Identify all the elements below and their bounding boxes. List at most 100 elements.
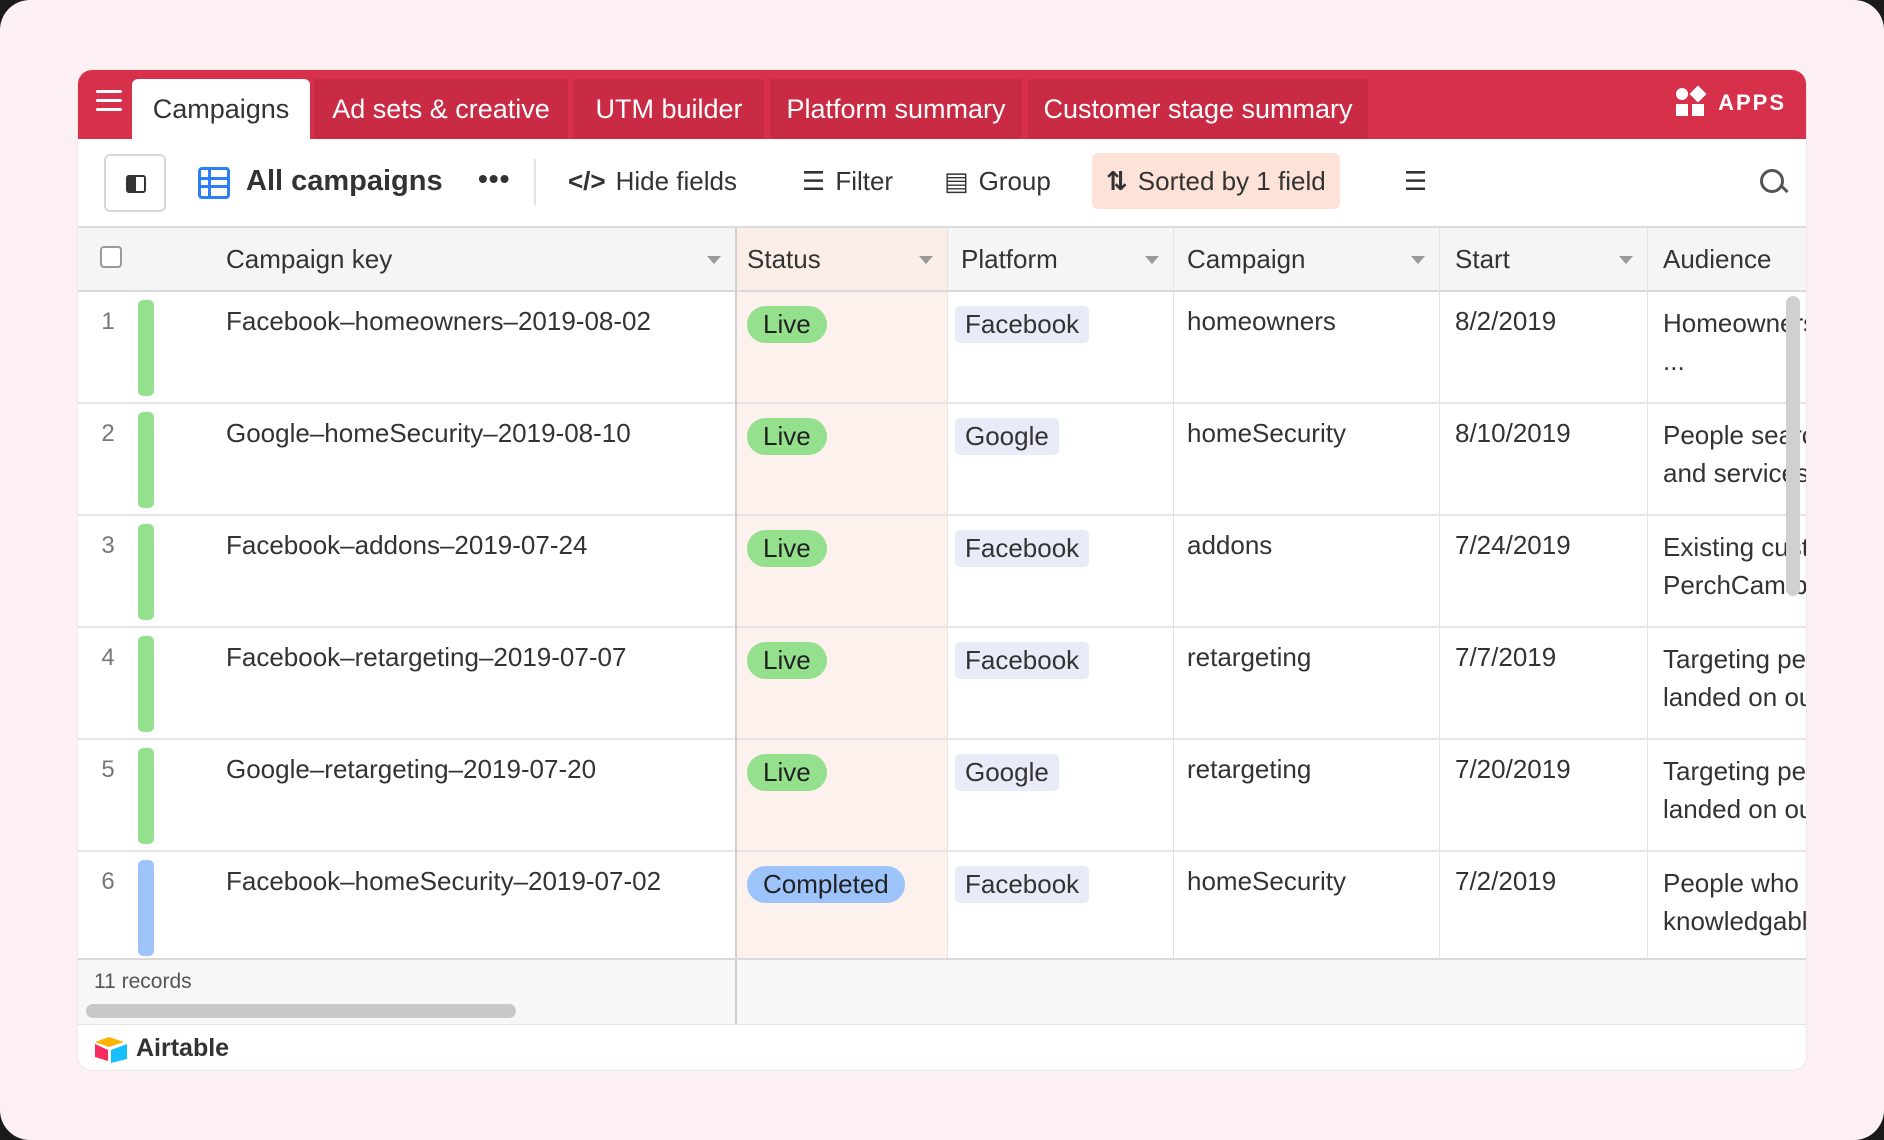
hide-fields-button[interactable]: </> Hide fields bbox=[554, 153, 751, 209]
audience-line-1: People searching bbox=[1663, 420, 1806, 450]
row-color-bar bbox=[138, 636, 154, 732]
column-header-campaign[interactable]: Campaign bbox=[1187, 244, 1306, 275]
column-divider bbox=[1647, 228, 1648, 292]
status-badge: Live bbox=[747, 642, 827, 679]
select-all-checkbox[interactable] bbox=[100, 246, 122, 268]
cell-audience[interactable]: Targeting people landed on our bbox=[1663, 628, 1806, 740]
cell-start[interactable]: 8/2/2019 bbox=[1455, 292, 1645, 404]
cell-start[interactable]: 7/20/2019 bbox=[1455, 740, 1645, 852]
status-badge: Live bbox=[747, 306, 827, 343]
cell-platform[interactable]: Google bbox=[955, 740, 1171, 852]
cell-start[interactable]: 8/10/2019 bbox=[1455, 404, 1645, 516]
cell-status[interactable]: Live bbox=[747, 628, 947, 740]
cell-campaign[interactable]: homeowners bbox=[1187, 292, 1437, 404]
column-divider bbox=[1439, 228, 1440, 292]
row-color-bar bbox=[138, 524, 154, 620]
chevron-down-icon[interactable] bbox=[1411, 256, 1425, 264]
cell-platform[interactable]: Facebook bbox=[955, 292, 1171, 404]
column-header-campaign-key[interactable]: Campaign key bbox=[226, 244, 392, 275]
view-more-button[interactable]: ••• bbox=[478, 163, 510, 195]
tab-utm-builder[interactable]: UTM builder bbox=[574, 79, 764, 139]
column-header-audience[interactable]: Audience bbox=[1663, 244, 1771, 275]
sidebar-icon bbox=[126, 175, 146, 193]
tab-platform-summary[interactable]: Platform summary bbox=[770, 79, 1022, 139]
column-header-platform[interactable]: Platform bbox=[961, 244, 1058, 275]
view-name[interactable]: All campaigns bbox=[246, 165, 443, 198]
table-tab-bar: Campaigns Ad sets & creative UTM builder… bbox=[78, 70, 1806, 139]
table-row[interactable]: 4 Facebook–retargeting–2019-07-07 Live Face… bbox=[78, 628, 1806, 740]
cell-start[interactable]: 7/24/2019 bbox=[1455, 516, 1645, 628]
cell-status[interactable]: Completed bbox=[747, 852, 947, 958]
cell-campaign-key[interactable]: Facebook–addons–2019-07-24 bbox=[226, 516, 726, 628]
audience-line-2: PerchCam b bbox=[1663, 570, 1806, 600]
audience-line-1: Targeting people bbox=[1663, 756, 1806, 786]
cell-audience[interactable]: People who knowledgable bbox=[1663, 852, 1806, 958]
row-number: 5 bbox=[101, 756, 115, 783]
filter-button[interactable]: ☰ Filter bbox=[788, 153, 907, 209]
sort-button[interactable]: ⇅ Sorted by 1 field bbox=[1092, 153, 1340, 209]
cell-platform[interactable]: Google bbox=[955, 404, 1171, 516]
cell-campaign-key[interactable]: Facebook–retargeting–2019-07-07 bbox=[226, 628, 726, 740]
cell-campaign[interactable]: homeSecurity bbox=[1187, 852, 1437, 958]
hamburger-menu-icon[interactable] bbox=[96, 90, 122, 112]
cell-audience[interactable]: Targeting people landed on our bbox=[1663, 740, 1806, 852]
header-platform: Platform bbox=[947, 228, 1173, 292]
column-header-start[interactable]: Start bbox=[1455, 244, 1510, 275]
chevron-down-icon[interactable] bbox=[707, 256, 721, 264]
cell-platform[interactable]: Facebook bbox=[955, 852, 1171, 958]
cell-platform[interactable]: Facebook bbox=[955, 628, 1171, 740]
tab-customer-stage-summary[interactable]: Customer stage summary bbox=[1028, 79, 1368, 139]
cell-campaign-key[interactable]: Facebook–homeSecurity–2019-07-02 bbox=[226, 852, 726, 958]
table-row[interactable]: 2 Google–homeSecurity–2019-08-10 Live Googl… bbox=[78, 404, 1806, 516]
audience-line-1: People who bbox=[1663, 868, 1799, 898]
vertical-scrollbar[interactable] bbox=[1786, 296, 1800, 596]
cell-campaign[interactable]: homeSecurity bbox=[1187, 404, 1437, 516]
tab-ad-sets-creative[interactable]: Ad sets & creative bbox=[314, 79, 568, 139]
column-divider bbox=[1647, 292, 1648, 958]
chevron-down-icon[interactable] bbox=[1145, 256, 1159, 264]
cell-campaign[interactable]: addons bbox=[1187, 516, 1437, 628]
brand-footer: Airtable bbox=[78, 1024, 1806, 1070]
table-row[interactable]: 1 Facebook–homeowners–2019-08-02 Live Faceb… bbox=[78, 292, 1806, 404]
horizontal-scrollbar[interactable] bbox=[86, 1004, 516, 1018]
table-row[interactable]: 6 Facebook–homeSecurity–2019-07-02 Complet… bbox=[78, 852, 1806, 958]
tab-campaigns[interactable]: Campaigns bbox=[132, 79, 310, 139]
row-height-button[interactable]: ☰ bbox=[1390, 153, 1451, 209]
chevron-down-icon[interactable] bbox=[919, 256, 933, 264]
screen-frame: Campaigns Ad sets & creative UTM builder… bbox=[0, 0, 1884, 1140]
cell-campaign-key[interactable]: Google–homeSecurity–2019-08-10 bbox=[226, 404, 726, 516]
platform-tag: Google bbox=[955, 754, 1059, 791]
row-number: 4 bbox=[101, 644, 115, 671]
status-badge: Live bbox=[747, 530, 827, 567]
cell-campaign[interactable]: retargeting bbox=[1187, 628, 1437, 740]
cell-audience[interactable]: Existing customers PerchCam b bbox=[1663, 516, 1806, 628]
airtable-app: Campaigns Ad sets & creative UTM builder… bbox=[78, 70, 1806, 1070]
cell-status[interactable]: Live bbox=[747, 740, 947, 852]
cell-status[interactable]: Live bbox=[747, 292, 947, 404]
cell-start[interactable]: 7/2/2019 bbox=[1455, 852, 1645, 958]
sort-icon: ⇅ bbox=[1106, 165, 1128, 196]
column-header-status[interactable]: Status bbox=[747, 244, 821, 275]
audience-line-1: Homeowners bbox=[1663, 308, 1806, 338]
cell-platform[interactable]: Facebook bbox=[955, 516, 1171, 628]
apps-button[interactable]: APPS bbox=[1676, 85, 1786, 118]
group-button[interactable]: ▤ Group bbox=[930, 153, 1065, 209]
table-row[interactable]: 5 Google–retargeting–2019-07-20 Live Google… bbox=[78, 740, 1806, 852]
sidebar-toggle-button[interactable] bbox=[104, 154, 166, 212]
search-icon[interactable] bbox=[1760, 169, 1788, 197]
header-start: Start bbox=[1439, 228, 1647, 292]
cell-audience[interactable]: Homeowners... bbox=[1663, 292, 1806, 404]
header-primary: Campaign key bbox=[78, 228, 735, 292]
chevron-down-icon[interactable] bbox=[1619, 256, 1633, 264]
cell-audience[interactable]: People searching and services bbox=[1663, 404, 1806, 516]
cell-status[interactable]: Live bbox=[747, 516, 947, 628]
hide-fields-icon: </> bbox=[568, 165, 606, 196]
cell-campaign-key[interactable]: Google–retargeting–2019-07-20 bbox=[226, 740, 726, 852]
cell-campaign-key[interactable]: Facebook–homeowners–2019-08-02 bbox=[226, 292, 726, 404]
cell-campaign[interactable]: retargeting bbox=[1187, 740, 1437, 852]
cell-start[interactable]: 7/7/2019 bbox=[1455, 628, 1645, 740]
cell-status[interactable]: Live bbox=[747, 404, 947, 516]
table-row[interactable]: 3 Facebook–addons–2019-07-24 Live Facebook a… bbox=[78, 516, 1806, 628]
grid-view-icon bbox=[198, 167, 230, 199]
platform-tag: Facebook bbox=[955, 642, 1090, 679]
